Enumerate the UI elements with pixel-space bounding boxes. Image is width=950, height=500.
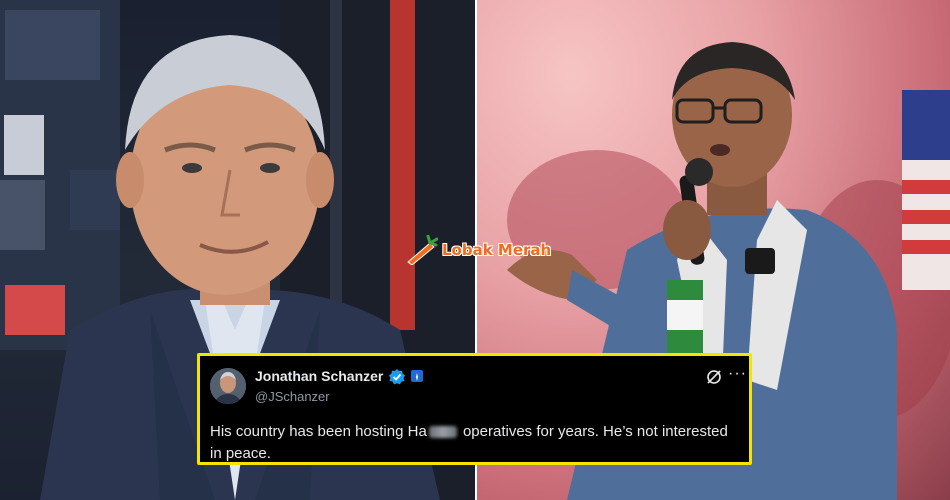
- more-options-icon[interactable]: ···: [728, 365, 747, 383]
- grok-icon[interactable]: [705, 368, 723, 386]
- censored-word: [428, 426, 457, 439]
- tweet-text: His country has been hosting Ha operativ…: [210, 421, 740, 465]
- logo-text: Lobak Merah: [442, 241, 552, 259]
- avatar-image: [210, 368, 246, 404]
- affiliation-badge-icon: [411, 370, 423, 382]
- verified-badge-icon: [389, 369, 405, 385]
- tweet-card[interactable]: Jonathan Schanzer @JSchanzer ··· His cou…: [197, 353, 752, 465]
- author-handle[interactable]: @JSchanzer: [255, 389, 330, 404]
- lobak-merah-logo: Lobak Merah: [404, 234, 551, 266]
- author-name[interactable]: Jonathan Schanzer: [255, 368, 383, 384]
- carrot-icon: [407, 235, 438, 265]
- tweet-text-part-1: His country has been hosting Ha: [210, 423, 427, 440]
- author-avatar[interactable]: [210, 368, 246, 404]
